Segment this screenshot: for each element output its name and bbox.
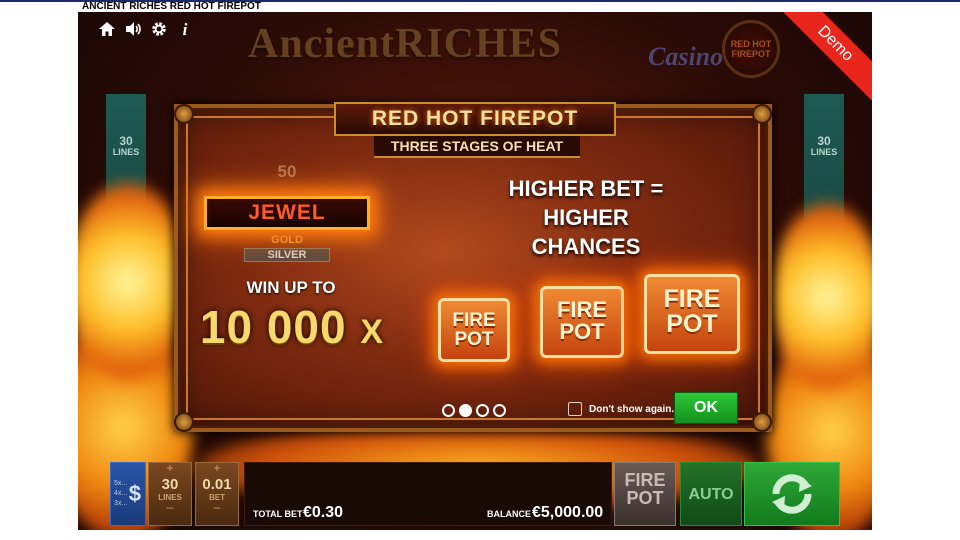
firepot-stage-3: FIRE POT	[644, 274, 740, 354]
ok-button[interactable]: OK	[674, 392, 738, 424]
dialog-title-plate: RED HOT FIREPOT	[334, 102, 616, 136]
dialog-title: RED HOT FIREPOT	[371, 107, 579, 130]
bet-balance-panel: TOTAL BET €0.30 BALANCE €5,000.00	[244, 462, 612, 526]
dollar-icon: $	[128, 481, 141, 506]
firepot-badge: RED HOT FIREPOT	[722, 20, 780, 78]
bet-value: 0.01	[202, 476, 232, 493]
balance-value: €5,000.00	[532, 504, 604, 521]
max-win-multiplier: X	[360, 313, 385, 351]
lines-stepper: + 30 LINES –	[148, 462, 192, 526]
fire-effect	[772, 202, 872, 392]
pot-label-fire: FIRE	[663, 285, 721, 313]
page-indicator	[442, 404, 506, 417]
dont-show-again-label[interactable]: Don't show again.	[589, 404, 674, 415]
lines-count: 30	[817, 134, 831, 148]
total-bet-label: TOTAL BET	[253, 509, 303, 519]
lines-value: 30	[161, 476, 179, 493]
lines-indicator-right: 30 LINES	[804, 134, 844, 158]
corner-ornament	[752, 412, 772, 432]
corner-ornament	[752, 104, 772, 124]
pot-label-fire: FIRE	[452, 310, 496, 331]
firepot-button-line2: POT	[626, 488, 664, 508]
coin-value: 5x...	[114, 480, 128, 487]
coin-multipliers: 5x... 4x... 3x...	[114, 479, 127, 509]
demo-ribbon: Demo	[772, 12, 872, 107]
tier-gold: GOLD	[271, 234, 303, 246]
spin-arrows-icon	[772, 474, 812, 514]
home-icon[interactable]	[98, 20, 116, 40]
lines-count: 30	[119, 134, 133, 148]
firepot-button-line1: FIRE	[624, 470, 666, 490]
max-win-amount: 10 000 X	[194, 300, 390, 354]
firepot-stage-2: FIRE POT	[540, 286, 624, 358]
higher-bet-line1: HIGHER BET =	[508, 176, 664, 201]
dont-show-again-option[interactable]: Don't show again.	[568, 402, 674, 416]
pot-label-pot: POT	[454, 329, 494, 350]
coin-value: 3x...	[114, 500, 128, 507]
window-title: ANCIENT RICHES RED HOT FIREPOT	[82, 1, 261, 12]
lines-plus-button[interactable]: +	[149, 462, 191, 474]
pot-label-fire: FIRE	[556, 297, 608, 322]
win-up-to-label: WIN UP TO	[246, 278, 336, 297]
game-canvas[interactable]: AncientRICHES Casino RED HOT FIREPOT i D…	[78, 12, 872, 530]
tier-silver: SILVER	[244, 248, 330, 262]
lines-label: LINES	[810, 147, 838, 157]
bet-minus-button[interactable]: –	[196, 501, 238, 513]
corner-ornament	[174, 104, 194, 124]
dialog-subtitle: THREE STAGES OF HEAT	[390, 138, 564, 154]
bottom-control-bar: 5x... 4x... 3x... $ + 30 LINES – + 0.01 …	[78, 458, 872, 530]
page-dot[interactable]	[493, 404, 506, 417]
jackpot-tiers: 50 JEWEL GOLD SILVER	[204, 162, 370, 262]
coin-value: 4x...	[114, 490, 128, 497]
autoplay-button[interactable]: AUTO	[680, 462, 742, 526]
page-dot-active[interactable]	[459, 404, 472, 417]
firepot-button[interactable]: FIRE POT	[614, 462, 676, 526]
bet-stepper: + 0.01 BET –	[195, 462, 239, 526]
game-logo: AncientRICHES	[248, 21, 563, 67]
pot-label-pot: POT	[666, 310, 718, 338]
tier-top-value: 50	[277, 162, 297, 181]
bet-plus-button[interactable]: +	[196, 462, 238, 474]
feature-info-dialog: RED HOT FIREPOT THREE STAGES OF HEAT 50 …	[174, 102, 772, 432]
total-bet-value: €0.30	[303, 504, 344, 521]
info-icon[interactable]: i	[176, 20, 194, 40]
gear-icon[interactable]	[150, 20, 168, 40]
corner-ornament	[174, 412, 194, 432]
paytable-button[interactable]: 5x... 4x... 3x... $	[110, 462, 146, 526]
page-dot[interactable]	[442, 404, 455, 417]
higher-bet-message: HIGHER BET = HIGHER CHANCES	[486, 174, 686, 261]
tier-jewel: JEWEL	[204, 196, 370, 230]
hud-toolbar: i	[98, 20, 194, 40]
sound-icon[interactable]	[124, 20, 142, 40]
max-win-value: 10 000	[199, 301, 347, 353]
lines-minus-button[interactable]: –	[149, 501, 191, 513]
dialog-subtitle-plate: THREE STAGES OF HEAT	[374, 136, 580, 158]
casino-logo: Casino	[648, 42, 724, 71]
pot-label-pot: POT	[559, 319, 605, 344]
higher-bet-line2: HIGHER CHANCES	[531, 205, 641, 259]
lines-indicator-left: 30 LINES	[106, 134, 146, 158]
spin-button[interactable]	[744, 462, 840, 526]
dont-show-again-checkbox[interactable]	[568, 402, 582, 416]
lines-label: LINES	[112, 147, 140, 157]
firepot-stage-1: FIRE POT	[438, 298, 510, 362]
balance-label: BALANCE	[487, 509, 531, 519]
page-dot[interactable]	[476, 404, 489, 417]
